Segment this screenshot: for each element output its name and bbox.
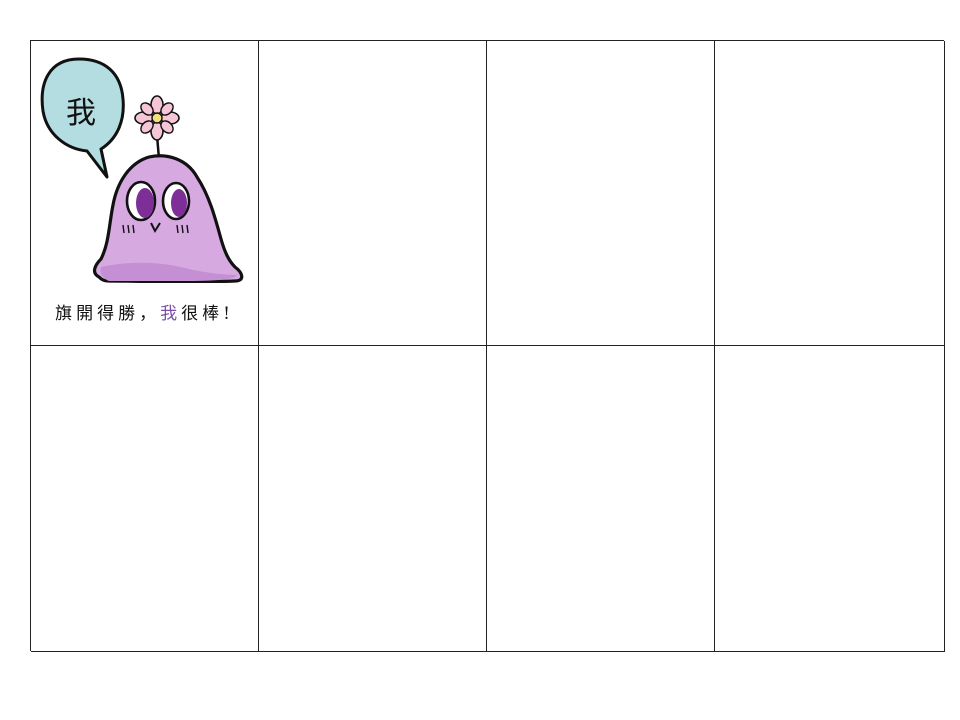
caption-text-end: 很棒! (181, 304, 234, 324)
card-3-empty (487, 41, 715, 346)
flower-icon (134, 95, 180, 160)
card-7-empty (487, 346, 715, 652)
card-6-empty (259, 346, 487, 652)
bubble-text: 我 (66, 96, 96, 131)
card-4-empty (715, 41, 945, 346)
mascot-illustration: 我 (40, 57, 244, 283)
caption-highlight: 我 (160, 304, 182, 324)
card-8-empty (715, 346, 945, 652)
card-5-empty (31, 346, 259, 652)
caption-text: 旗開得勝， (55, 304, 161, 324)
blob-mascot-icon (92, 154, 244, 283)
speech-bubble-icon: 我 (40, 57, 125, 179)
card-grid: 我 旗開得勝，我很棒! (30, 40, 945, 652)
card-caption: 旗開得勝，我很棒! (31, 299, 258, 324)
card-1: 我 旗開得勝，我很棒! (31, 41, 259, 346)
card-2-empty (259, 41, 487, 346)
